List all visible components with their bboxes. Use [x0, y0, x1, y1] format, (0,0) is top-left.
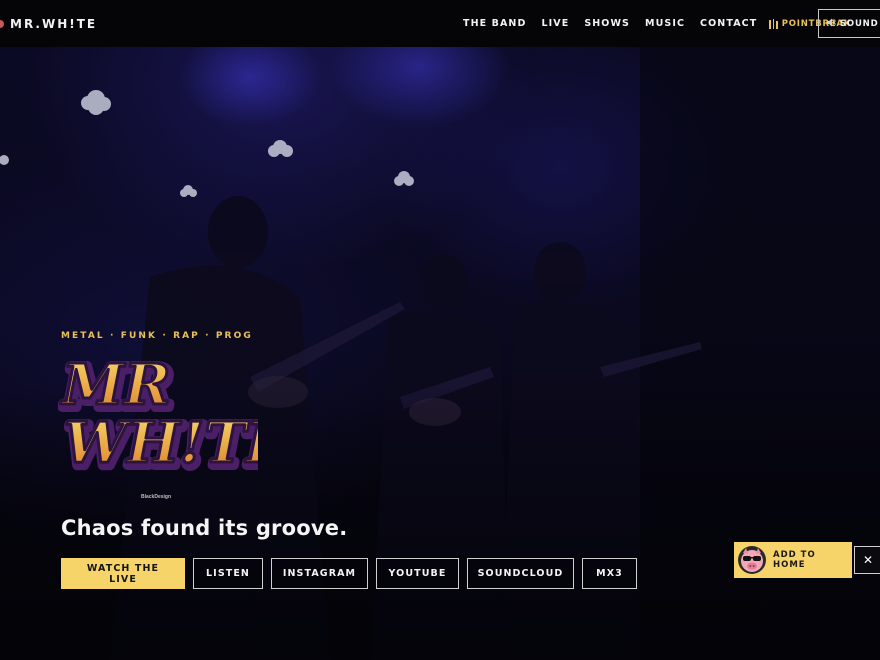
brand-mark-icon — [0, 19, 4, 28]
mx3-button[interactable]: MX3 — [582, 558, 637, 589]
sound-toggle-button[interactable]: SOUND — [818, 9, 880, 38]
instagram-button[interactable]: INSTAGRAM — [271, 558, 368, 589]
nav-link-music[interactable]: MUSIC — [645, 18, 685, 29]
nav-link-live[interactable]: LIVE — [541, 18, 569, 29]
hero-cta-row: WATCH THE LIVE LISTEN INSTAGRAM YOUTUBE … — [61, 558, 637, 589]
watch-the-live-button[interactable]: WATCH THE LIVE — [61, 558, 185, 589]
logo-text-top: MR — [60, 352, 171, 418]
hero-tagline: Chaos found its groove. — [61, 516, 348, 540]
speaker-icon — [827, 18, 836, 29]
brand-name: MR.WH!TE — [10, 16, 98, 31]
nav-link-shows[interactable]: SHOWS — [584, 18, 630, 29]
listen-button[interactable]: LISTEN — [193, 558, 263, 589]
top-nav: MR.WH!TE THE BAND LIVE SHOWS MUSIC CONTA… — [0, 0, 880, 47]
sound-label: SOUND — [840, 18, 879, 29]
youtube-button[interactable]: YOUTUBE — [376, 558, 459, 589]
equalizer-bars-icon — [769, 18, 778, 29]
soundcloud-button[interactable]: SOUNDCLOUD — [467, 558, 574, 589]
nav-links: THE BAND LIVE SHOWS MUSIC CONTACT POINTB… — [463, 0, 851, 47]
pig-with-sunglasses-icon — [737, 545, 767, 575]
brand-logo[interactable]: MR.WH!TE — [0, 0, 97, 47]
logo-text-bottom: WH!TE — [64, 410, 258, 473]
band-logo-image: MR MR WH!TE WH!TE — [57, 347, 297, 484]
nav-link-contact[interactable]: CONTACT — [700, 18, 757, 29]
genres-text: METAL · FUNK · RAP · PROG — [61, 331, 253, 341]
close-icon[interactable]: ✕ — [854, 546, 880, 574]
design-credit-mark: BlackDesign — [141, 494, 172, 500]
add-to-home-button[interactable]: ADD TO HOME — [734, 542, 852, 578]
nav-link-the-band[interactable]: THE BAND — [463, 18, 526, 29]
add-to-home-label: ADD TO HOME — [773, 550, 816, 570]
